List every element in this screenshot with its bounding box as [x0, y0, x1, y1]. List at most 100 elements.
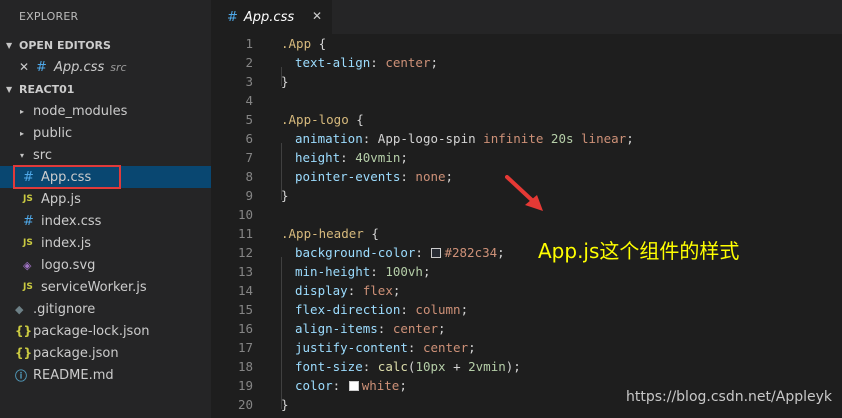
css-value: column [415, 302, 461, 317]
project-header[interactable]: ▼ REACT01 [0, 78, 211, 100]
line-number: 13 [237, 264, 253, 279]
tree-item-app-css[interactable]: # App.css [0, 165, 211, 189]
css-property: animation [295, 131, 363, 146]
code-line: 11 .App-header { [211, 224, 842, 243]
tree-item-label: .gitignore [33, 301, 96, 317]
css-property: display [295, 283, 348, 298]
tree-item-label: serviceWorker.js [41, 279, 147, 295]
open-editors-header[interactable]: ▼ OPEN EDITORS [0, 34, 211, 56]
tree-item-label: package.json [33, 345, 119, 361]
tab-app-css[interactable]: # App.css ✕ [211, 0, 332, 34]
tree-item-index-css[interactable]: # index.css [0, 210, 211, 232]
tree-item-src[interactable]: ▾ src [0, 144, 211, 166]
css-value: #282c34 [444, 245, 498, 260]
css-property: color [295, 378, 333, 393]
code-line: 15 flex-direction: column; [211, 300, 842, 333]
css-selector: .App-header [281, 226, 364, 241]
css-number: 2vmin [468, 359, 506, 374]
line-number: 1 [245, 36, 253, 51]
operator: + [445, 359, 469, 374]
tree-item-node-modules[interactable]: ▸ node_modules [0, 100, 211, 122]
chevron-down-icon: ▼ [6, 40, 13, 50]
chevron-down-icon: ▾ [19, 150, 24, 160]
css-property: font-size [295, 359, 363, 374]
css-property: pointer-events [295, 169, 401, 184]
line-number: 15 [237, 302, 253, 317]
brace: { [348, 112, 364, 127]
json-icon: {} [15, 346, 33, 360]
css-icon: # [23, 213, 34, 229]
tree-item-index-js[interactable]: JS index.js [0, 232, 211, 254]
css-selector: .App-logo [281, 112, 349, 127]
tree-item-gitignore[interactable]: ◆ .gitignore [0, 298, 211, 320]
tree-item-readme[interactable]: ⓘ README.md [0, 364, 211, 386]
animation-name: App-logo-spin [377, 131, 476, 146]
line-number: 5 [245, 112, 253, 127]
tree-item-label: logo.svg [41, 257, 96, 273]
code-line: 16 align-items: center; [211, 319, 842, 352]
css-value: infinite [483, 131, 544, 146]
css-property: background-color [295, 245, 416, 260]
line-number: 4 [245, 93, 253, 108]
code-line: 2 text-align: center; [211, 53, 842, 86]
line-number: 11 [237, 226, 253, 241]
line-number: 17 [237, 340, 253, 355]
info-icon: ⓘ [15, 368, 28, 383]
tree-item-label: node_modules [33, 103, 128, 119]
line-number: 14 [237, 283, 253, 298]
line-number: 10 [237, 207, 253, 222]
json-icon: {} [15, 324, 33, 338]
tree-item-label: package-lock.json [33, 323, 150, 339]
chevron-down-icon: ▼ [6, 84, 13, 94]
tree-item-label: index.css [41, 213, 102, 229]
brace: } [281, 74, 289, 89]
chevron-right-icon: ▸ [19, 106, 24, 116]
open-editors-label: OPEN EDITORS [19, 38, 111, 52]
tab-label: App.css [243, 9, 295, 25]
code-line: 6 animation: App-logo-spin infinite 20s l… [211, 129, 842, 162]
watermark: https://blog.csdn.net/Appleyk [625, 389, 832, 405]
line-number: 2 [245, 55, 253, 70]
tree-item-package-lock[interactable]: {} package-lock.json [0, 320, 211, 342]
line-number: 18 [237, 359, 253, 374]
css-value: linear [581, 131, 627, 146]
tree-item-label: README.md [33, 367, 114, 383]
line-number: 20 [237, 397, 253, 412]
css-property: height [295, 150, 341, 165]
tree-item-label: index.js [41, 235, 92, 251]
color-swatch[interactable] [348, 381, 359, 391]
css-value: flex [362, 283, 393, 298]
css-property: min-height [295, 264, 371, 279]
open-editor-item[interactable]: ✕ # App.css src [0, 56, 211, 78]
tree-item-logo-svg[interactable]: ◈ logo.svg [0, 254, 211, 276]
code-editor[interactable]: 1 .App { 2 text-align: center; 3} 4 5 .App-… [211, 34, 842, 418]
css-property: justify-content [295, 340, 408, 355]
tree-item-app-js[interactable]: JS App.js [0, 188, 211, 210]
tab-bar: # App.css ✕ [211, 0, 842, 34]
chevron-right-icon: ▸ [19, 128, 24, 138]
code-line: 18 font-size: calc(10px + 2vmin); [211, 357, 842, 390]
close-icon[interactable]: ✕ [19, 60, 36, 74]
tree-item-public[interactable]: ▸ public [0, 122, 211, 144]
css-number: 100vh [385, 264, 423, 279]
code-line: 5 .App-logo { [211, 110, 842, 129]
tree-item-label: src [33, 147, 52, 163]
code-line: 17 justify-content: center; [211, 338, 842, 371]
color-swatch[interactable] [431, 248, 442, 258]
line-number: 16 [237, 321, 253, 336]
code-line: 13 min-height: 100vh; [211, 262, 842, 295]
css-icon: # [36, 59, 47, 75]
line-number: 6 [245, 131, 253, 146]
close-icon[interactable]: ✕ [312, 9, 322, 23]
css-value: center [392, 321, 439, 336]
svg-icon: ◈ [23, 258, 32, 272]
tree-item-service-worker[interactable]: JS serviceWorker.js [0, 276, 211, 298]
css-value: white [361, 378, 400, 393]
tree-item-package-json[interactable]: {} package.json [0, 342, 211, 364]
css-value: center [422, 340, 469, 355]
line-number: 8 [245, 169, 253, 184]
explorer-title: EXPLORER [19, 10, 79, 23]
css-function: calc [377, 359, 408, 374]
line-number: 7 [245, 150, 253, 165]
css-number: 20s [550, 131, 574, 146]
